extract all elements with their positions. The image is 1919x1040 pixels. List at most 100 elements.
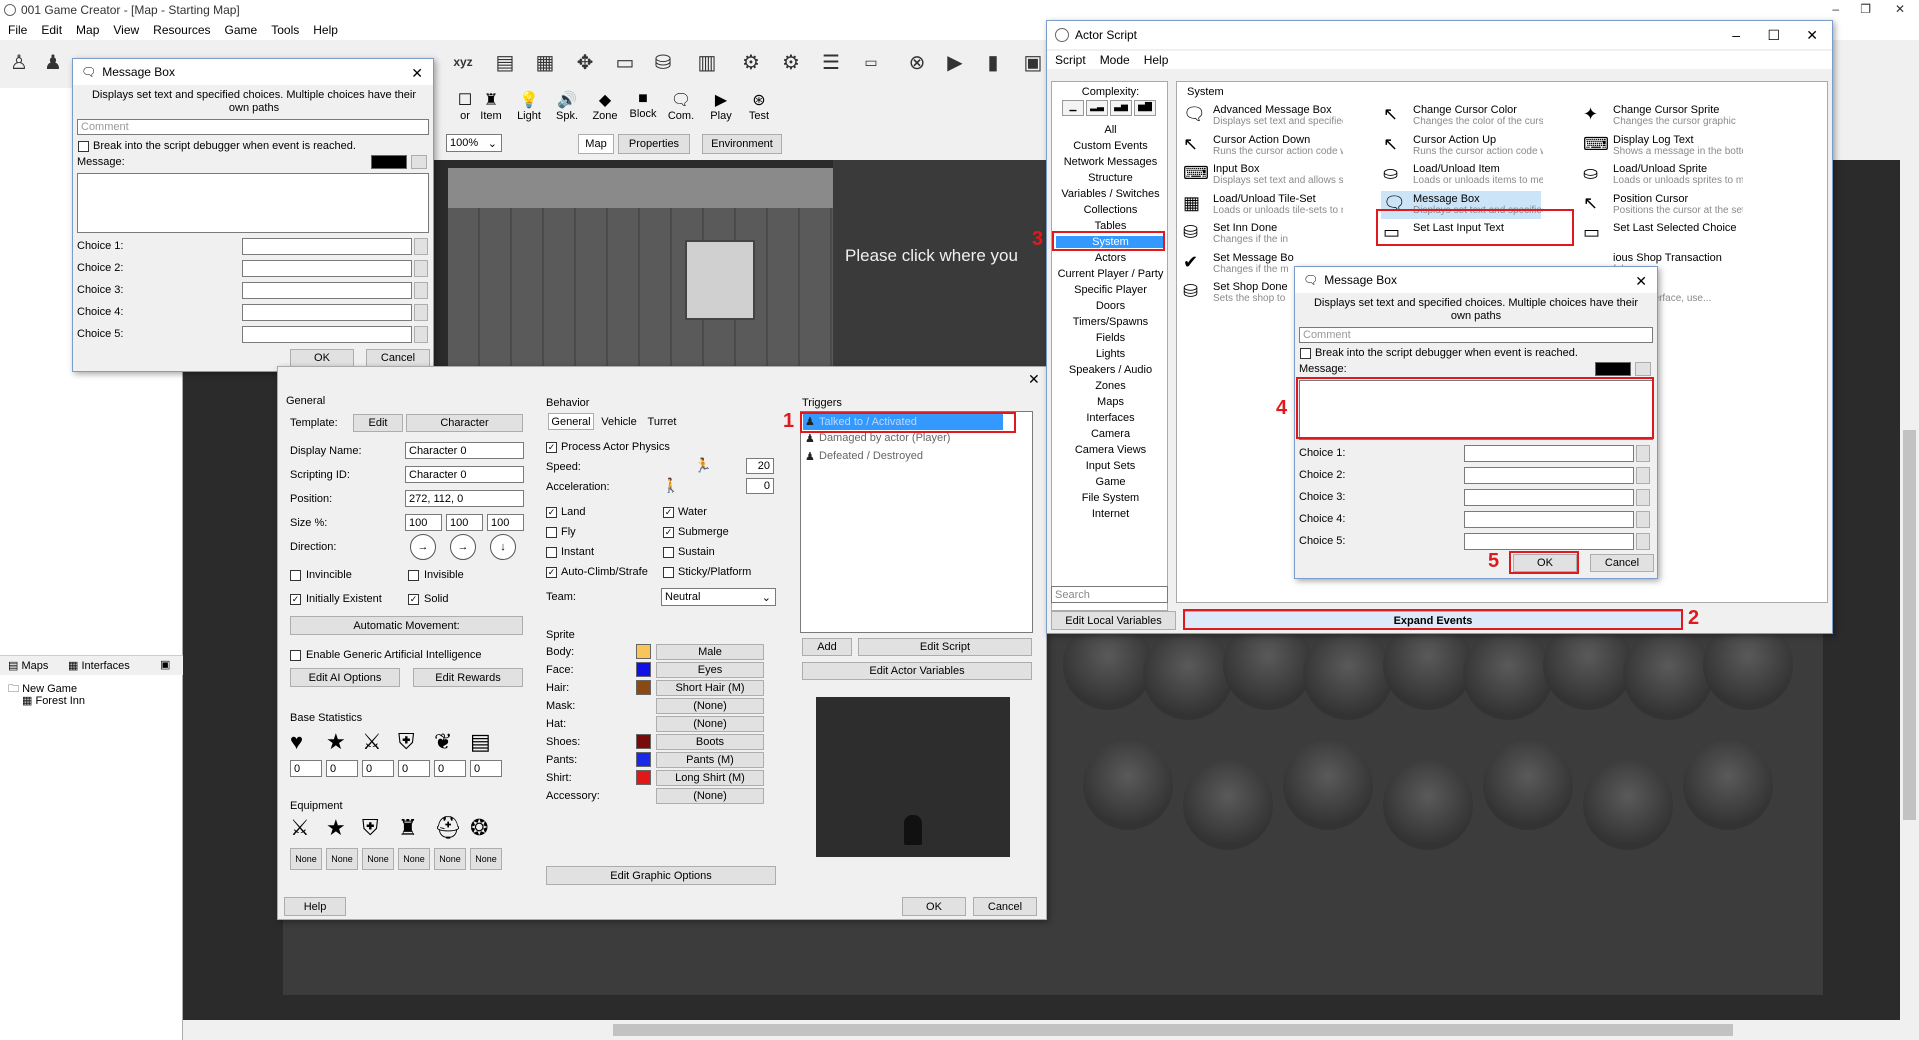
window-close-icon[interactable]: ✕ [1895,2,1905,16]
category-item[interactable]: Input Sets [1056,460,1165,472]
close-icon[interactable]: ✕ [1806,27,1818,44]
choice-1-button[interactable] [1636,445,1650,462]
category-item[interactable]: Interfaces [1056,412,1165,424]
maximize-icon[interactable]: ☐ [1767,27,1780,44]
map-tool-item[interactable]: ♜ Item [471,90,511,122]
sprite-select-button[interactable]: (None) [656,698,764,714]
tab-behavior-vehicle[interactable]: Vehicle [596,413,642,430]
category-item[interactable]: File System [1056,492,1165,504]
stat-input[interactable]: 0 [362,760,394,777]
event-item[interactable]: ⌨ Input Box Displays set text and allows s… [1181,161,1343,189]
direction-dial-1[interactable]: → [410,534,436,560]
complexity-level-3[interactable]: ▃▅ [1110,100,1132,116]
sustain-checkbox[interactable] [663,547,674,558]
automatic-movement-button[interactable]: Automatic Movement: [290,616,523,635]
gamepad-icon[interactable]: ✥ [570,47,600,77]
autoclimb-checkbox[interactable]: ✓ [546,567,557,578]
choice-2-button[interactable] [1636,467,1650,484]
edit-rewards-button[interactable]: Edit Rewards [413,668,523,687]
map-horizontal-scrollbar[interactable] [183,1020,1900,1040]
category-item[interactable]: Custom Events [1056,140,1165,152]
display-name-input[interactable]: Character 0 [405,442,524,459]
text-tool-icon[interactable]: xyz [448,47,478,77]
trigger-item-damaged[interactable]: ♟ Damaged by actor (Player) [803,432,950,445]
film-icon[interactable]: ▮ [978,47,1008,77]
sprite-color-swatch[interactable] [636,734,651,749]
complexity-level-2[interactable]: ▂▃ [1086,100,1108,116]
category-item[interactable]: Speakers / Audio [1056,364,1165,376]
message-color-swatch[interactable] [371,155,407,169]
position-input[interactable]: 272, 112, 0 [405,490,524,507]
menu-file[interactable]: File [8,23,27,37]
npc-tool-icon[interactable]: ♟ [38,47,68,77]
size-z-input[interactable]: 100 [487,514,524,531]
map-tool-test[interactable]: ⊛ Test [739,90,779,122]
tab-interfaces[interactable]: ▦ Interfaces [68,659,130,672]
map-tool-block[interactable]: ■ Block [623,90,663,120]
enable-ai-checkbox[interactable] [290,650,301,661]
event-item[interactable]: ↖ Change Cursor Color Changes the color of… [1381,102,1543,130]
direction-dial-2[interactable]: → [450,534,476,560]
choice-4-button[interactable] [414,304,428,321]
size-x-input[interactable]: 100 [405,514,442,531]
compass-icon[interactable]: ⊗ [902,47,932,77]
cancel-button[interactable]: Cancel [366,349,430,367]
map-tool-speaker[interactable]: 🔊 Spk. [547,90,587,122]
category-item[interactable]: Collections [1056,204,1165,216]
category-search-input[interactable]: Search [1051,586,1168,603]
tab-map[interactable]: Map [578,134,614,154]
actor-tool-icon[interactable]: ♙ [4,47,34,77]
message-textarea[interactable] [77,173,429,233]
menu-game[interactable]: Game [225,23,258,37]
close-icon[interactable]: ✕ [1028,371,1040,388]
edit-script-button[interactable]: Edit Script [858,638,1032,656]
category-item[interactable]: Fields [1056,332,1165,344]
tab-behavior-turret[interactable]: Turret [642,413,682,430]
team-select[interactable]: Neutral ⌄ [661,588,776,606]
choice-5-input[interactable] [242,326,412,343]
speed-input[interactable]: 20 [746,458,774,474]
event-item[interactable]: ▭ Set Last Selected Choice [1581,220,1741,248]
menu-map[interactable]: Map [76,23,99,37]
category-item[interactable]: Variables / Switches [1056,188,1165,200]
category-item[interactable]: Network Messages [1056,156,1165,168]
close-icon[interactable]: ✕ [411,65,423,82]
textbox-icon[interactable]: ▭ [856,47,886,77]
comment-input[interactable]: Comment [77,119,429,135]
complexity-level-4[interactable]: ▅▇ [1134,100,1156,116]
comment-input[interactable]: Comment [1299,327,1653,343]
gear-icon[interactable]: ⚙ [736,47,766,77]
choice-2-button[interactable] [414,260,428,277]
choice-5-button[interactable] [414,326,428,343]
equipment-slot-button[interactable]: None [290,848,322,870]
window-restore-icon[interactable]: ❐ [1860,2,1871,16]
sprite-select-button[interactable]: Pants (M) [656,752,764,768]
gears-icon[interactable]: ⚙ [776,47,806,77]
sprite-select-button[interactable]: Long Shirt (M) [656,770,764,786]
template-character-button[interactable]: Character [406,414,523,432]
sprite-select-button[interactable]: Boots [656,734,764,750]
tab-behavior-general[interactable]: General [548,413,594,430]
scrollbar-thumb[interactable] [1903,430,1916,820]
equipment-slot-button[interactable]: None [398,848,430,870]
edit-local-variables-button[interactable]: Edit Local Variables [1051,611,1176,630]
event-item[interactable]: ✦ Change Cursor Sprite Changes the cursor … [1581,102,1741,130]
invincible-checkbox[interactable] [290,570,301,581]
equipment-slot-button[interactable]: None [434,848,466,870]
cancel-button[interactable]: Cancel [973,897,1037,916]
stat-input[interactable]: 0 [290,760,322,777]
map-tool-light[interactable]: 💡 Light [509,90,549,122]
tree-item-forest-inn[interactable]: ▦ Forest Inn [22,694,85,707]
process-physics-checkbox[interactable]: ✓ [546,442,557,453]
menu-tools[interactable]: Tools [271,23,299,37]
choice-3-input[interactable] [242,282,412,299]
category-item[interactable]: Timers/Spawns [1056,316,1165,328]
menu-help[interactable]: Help [1144,53,1169,67]
category-item[interactable]: Internet [1056,508,1165,520]
sprite-color-swatch[interactable] [636,644,651,659]
menu-help[interactable]: Help [313,23,338,37]
map-tool-zone[interactable]: ◆ Zone [585,90,625,122]
event-item[interactable]: ▦ Load/Unload Tile-Set Loads or unloads ti… [1181,191,1343,219]
category-item[interactable]: Zones [1056,380,1165,392]
choice-4-button[interactable] [1636,511,1650,528]
